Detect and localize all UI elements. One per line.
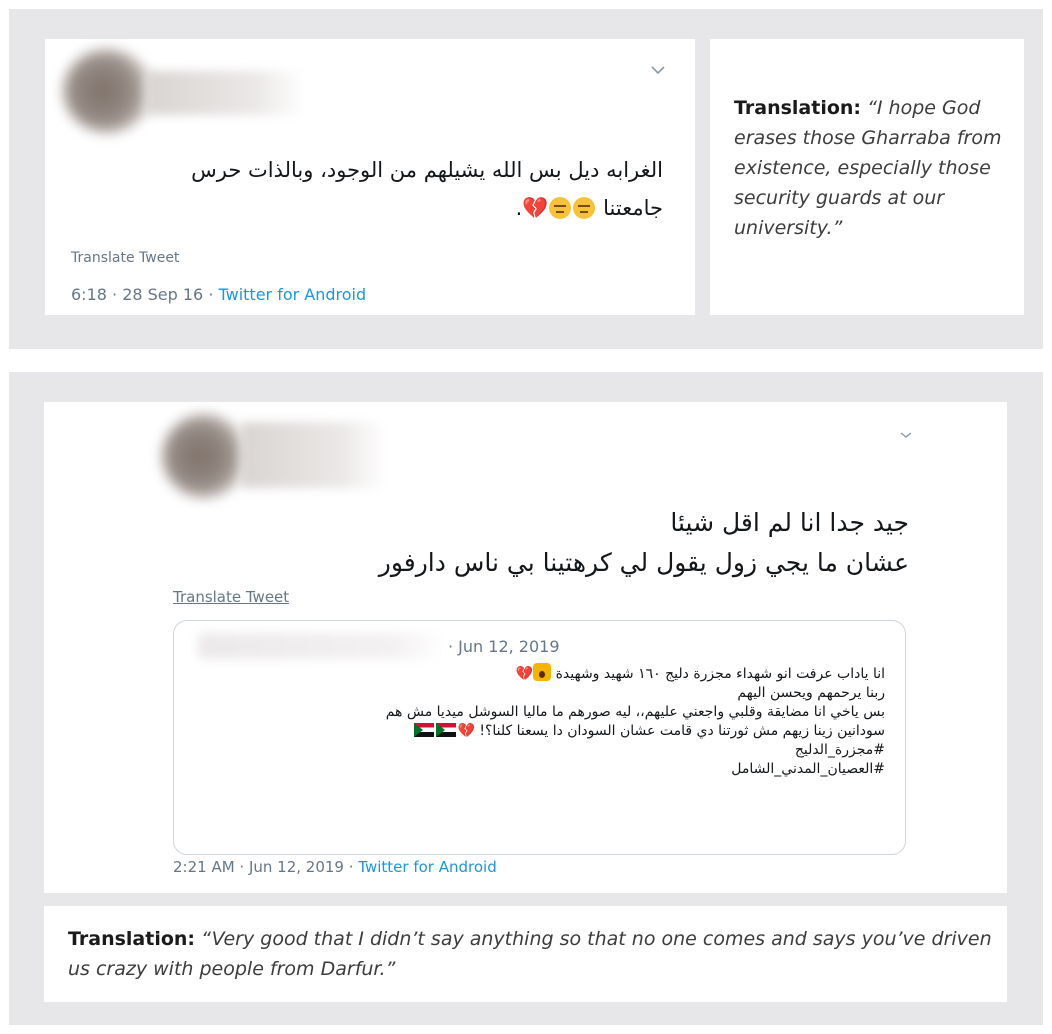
translation-label: Translation:: [734, 97, 862, 119]
translation-card-2: Translation: “Very good that I didn’t sa…: [44, 906, 1007, 1002]
hashtag-link[interactable]: #مجزرة_الدليج: [194, 741, 885, 760]
sudan-flag-icon: [414, 723, 435, 737]
tweet-source-link[interactable]: Twitter for Android: [219, 285, 367, 304]
tweet-card-1: الغرابه ديل بس الله يشيلهم من الوجود، وب…: [45, 39, 695, 315]
expressionless-face-icon: [549, 197, 572, 219]
tweet-text-line-2: عشان ما يجي زول يقول لي كرهتينا بي ناس د…: [378, 548, 909, 577]
sudan-flag-icon: [436, 723, 457, 737]
screaming-face-icon: [533, 663, 552, 681]
translation-text-2: Translation: “Very good that I didn’t sa…: [68, 924, 998, 984]
translate-tweet-link[interactable]: Translate Tweet: [71, 250, 179, 266]
broken-heart-icon: 💔: [522, 196, 549, 220]
blurred-avatar: [63, 49, 151, 133]
translate-tweet-link[interactable]: Translate Tweet: [173, 588, 289, 606]
top-panel: الغرابه ديل بس الله يشيلهم من الوجود، وب…: [9, 9, 1043, 349]
tweet-card-2: جيد جدا انا لم اقل شيئا عشان ما يجي زول …: [44, 402, 1007, 893]
expressionless-face-icon: [573, 197, 596, 219]
blurred-username: [240, 422, 386, 488]
blurred-username: [145, 71, 305, 115]
tweet-timestamp: 2:21 AM · Jun 12, 2019 ·: [173, 858, 359, 876]
tweet-text-line-1: الغرابه ديل بس الله يشيلهم من الوجود، وب…: [191, 158, 663, 182]
tweet-text-line-2: جامعتنا 💔.: [515, 196, 663, 220]
chevron-down-icon[interactable]: [898, 430, 914, 440]
translation-text-1: Translation: “I hope God erases those Gh…: [734, 93, 1014, 243]
tweet-meta: 2:21 AM · Jun 12, 2019 · Twitter for And…: [173, 858, 497, 876]
translation-body: “Very good that I didn’t say anything so…: [68, 928, 992, 980]
quoted-line: ربنا يرحمهم ويحسن اليهم: [737, 685, 885, 701]
tweet-timestamp: 6:18 · 28 Sep 16 ·: [71, 285, 219, 304]
blurred-avatar: [162, 414, 246, 498]
tweet-text-line-1: جيد جدا انا لم اقل شيئا: [670, 508, 909, 537]
bottom-panel: جيد جدا انا لم اقل شيئا عشان ما يجي زول …: [9, 372, 1043, 1025]
tweet-meta: 6:18 · 28 Sep 16 · Twitter for Android: [71, 285, 366, 304]
quoted-line: بس ياخي انا مضايقة وقلبي واجعني عليهم،، …: [385, 704, 885, 720]
blurred-quoted-username: [198, 633, 444, 659]
broken-heart-icon: 💔: [515, 666, 534, 682]
tweet-source-link[interactable]: Twitter for Android: [358, 858, 496, 876]
quoted-line: سودانين زينا زيهم مش ثورتنا دي قامت عشان…: [194, 722, 885, 741]
broken-heart-icon: 💔: [457, 723, 475, 739]
translation-label: Translation:: [68, 928, 196, 950]
quoted-line: انا ياداب عرفت انو شهداء مجزرة دليج ١٦٠ …: [194, 663, 885, 684]
quoted-tweet-body: انا ياداب عرفت انو شهداء مجزرة دليج ١٦٠ …: [194, 663, 885, 779]
quoted-tweet-date: · Jun 12, 2019: [448, 637, 560, 656]
quoted-tweet[interactable]: · Jun 12, 2019 انا ياداب عرفت انو شهداء …: [173, 620, 906, 855]
translation-card-1: Translation: “I hope God erases those Gh…: [710, 39, 1024, 315]
hashtag-link[interactable]: #العصيان_المدني_الشامل: [194, 760, 885, 779]
chevron-down-icon[interactable]: [650, 65, 666, 75]
